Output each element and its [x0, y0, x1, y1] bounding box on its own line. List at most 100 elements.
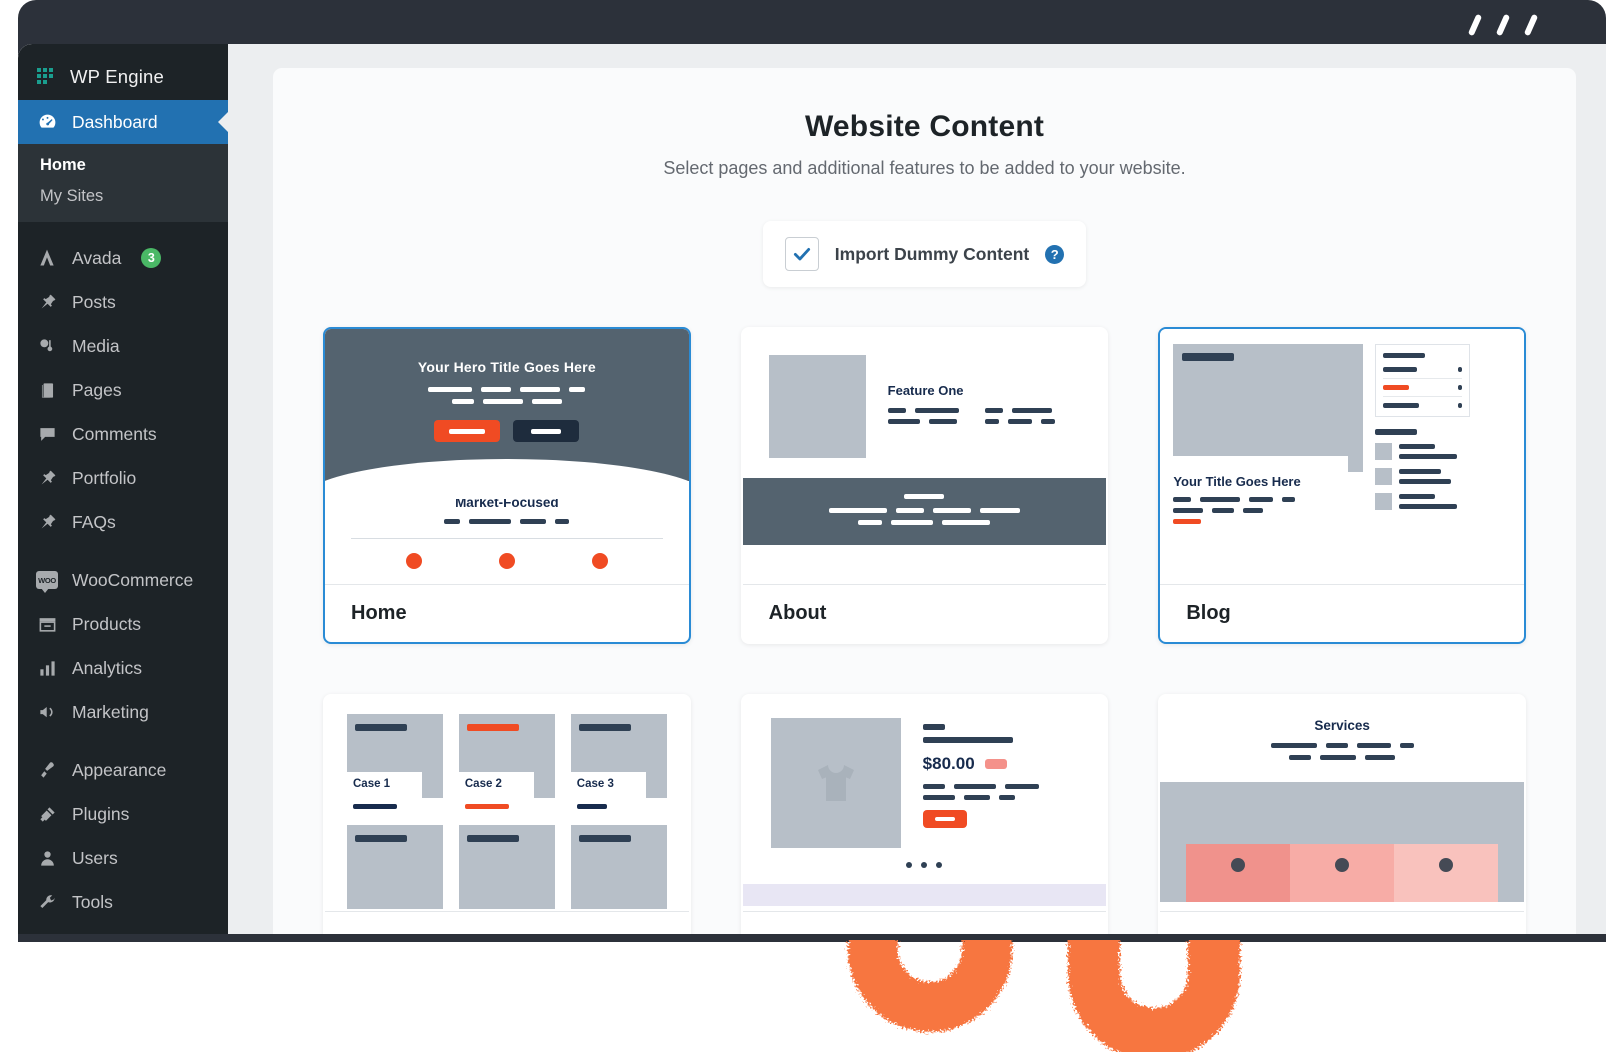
sidebar-subitem-my-sites[interactable]: My Sites	[18, 181, 228, 212]
section-title: Services	[1314, 718, 1370, 733]
page-card-blog[interactable]: Your Title Goes Here Blog	[1158, 327, 1526, 644]
tshirt-icon	[770, 718, 901, 848]
feature-title: Feature One	[887, 383, 964, 398]
import-dummy-label: Import Dummy Content	[834, 243, 1030, 264]
admin-sidebar: WP Engine Dashboard Home My Sites Avada …	[18, 44, 229, 940]
wp-admin-shell: WP Engine Dashboard Home My Sites Avada …	[18, 44, 1606, 940]
page-card-about[interactable]: Feature One About	[740, 327, 1109, 644]
sidebar-item-label: Appearance	[72, 759, 167, 780]
page-card-home[interactable]: Your Hero Title Goes Here Market-Focused…	[323, 327, 691, 644]
sidebar-brand-wp-engine[interactable]: WP Engine	[18, 54, 228, 100]
sidebar-item-label: Avada	[72, 247, 122, 268]
sidebar-item-avada[interactable]: Avada 3	[18, 236, 228, 280]
product-price: $80.00	[922, 754, 975, 773]
sidebar-item-media[interactable]: Media	[18, 324, 228, 368]
sidebar-item-label: Comments	[72, 423, 157, 444]
placeholder-image	[1173, 344, 1364, 472]
page-card-shop[interactable]: $80.00	[740, 694, 1109, 940]
hero-section: Your Hero Title Goes Here	[325, 329, 689, 499]
sidebar-item-label: Posts	[72, 291, 116, 312]
sidebar-item-comments[interactable]: Comments	[18, 412, 228, 456]
page-preview-about: Feature One	[742, 329, 1107, 584]
three-slashes-icon	[1467, 12, 1580, 38]
sidebar-item-label: Products	[72, 613, 142, 634]
sidebar-item-portfolio[interactable]: Portfolio	[18, 456, 228, 500]
setup-panel: Website Content Select pages and additio…	[273, 68, 1576, 940]
import-dummy-checkbox[interactable]	[784, 237, 819, 271]
dashboard-icon	[36, 111, 58, 133]
sidebar-item-label: Portfolio	[72, 467, 137, 488]
sidebar-separator	[18, 734, 228, 748]
content-area: Website Content Select pages and additio…	[228, 44, 1606, 940]
sidebar-item-label: WooCommerce	[72, 569, 194, 590]
page-title: Website Content	[804, 110, 1045, 143]
sidebar-item-marketing[interactable]: Marketing	[18, 690, 228, 734]
sidebar-item-faqs[interactable]: FAQs	[18, 500, 228, 544]
avada-update-badge: 3	[141, 248, 162, 268]
case-tile: Case 2	[458, 714, 555, 798]
price-badge	[984, 759, 1007, 769]
hero-curve	[325, 459, 689, 499]
sidebar-brand-label: WP Engine	[70, 66, 165, 87]
sidebar-item-label: Plugins	[72, 803, 130, 824]
sidebar-item-label: Analytics	[72, 657, 143, 678]
service-tile	[1290, 844, 1395, 902]
pin-icon	[36, 467, 58, 489]
woo-icon: WOO	[36, 569, 58, 593]
product-price-row: $80.00	[923, 754, 1039, 774]
sidebar-item-plugins[interactable]: Plugins	[18, 792, 228, 836]
blog-sidebar-widget	[1375, 344, 1471, 417]
analytics-icon	[36, 657, 58, 679]
case-label: Case 2	[464, 778, 502, 790]
service-tile	[1186, 844, 1291, 902]
pin-icon	[36, 511, 58, 533]
case-tile	[458, 825, 555, 909]
page-preview-blog: Your Title Goes Here	[1160, 329, 1524, 584]
import-dummy-content-option[interactable]: Import Dummy Content ?	[762, 221, 1087, 287]
sidebar-item-pages[interactable]: Pages	[18, 368, 228, 412]
post-title: Your Title Goes Here	[1173, 474, 1301, 489]
page-subtitle: Select pages and additional features to …	[663, 158, 1186, 178]
avada-icon	[36, 247, 58, 269]
sidebar-item-tools[interactable]: Tools	[18, 880, 228, 924]
page-card-grid-row-1: Your Hero Title Goes Here Market-Focused…	[323, 327, 1526, 644]
pages-icon	[36, 379, 58, 401]
case-tile: Case 1	[347, 714, 443, 798]
sidebar-item-woocommerce[interactable]: WOO WooCommerce	[18, 558, 228, 602]
footer-band	[742, 884, 1107, 906]
page-preview-services: Services	[1160, 696, 1524, 911]
sidebar-item-label: FAQs	[72, 511, 116, 532]
page-card-portfolio[interactable]: Case 1 Case 2 Case 3	[323, 694, 691, 940]
case-tile	[347, 825, 443, 909]
paintbrush-icon	[36, 759, 58, 781]
about-dark-band	[742, 478, 1107, 545]
comment-icon	[36, 423, 58, 445]
sidebar-item-dashboard[interactable]: Dashboard	[18, 100, 229, 144]
sidebar-item-users[interactable]: Users	[18, 836, 228, 880]
sidebar-item-label: Media	[72, 335, 120, 356]
page-card-services[interactable]: Services	[1158, 694, 1526, 940]
feature-dots	[325, 539, 689, 569]
media-icon	[36, 335, 58, 357]
sidebar-item-label: Users	[72, 847, 118, 868]
hero-title: Your Hero Title Goes Here	[417, 359, 596, 375]
sidebar-item-posts[interactable]: Posts	[18, 280, 228, 324]
case-label: Case 3	[576, 778, 614, 790]
plug-icon	[36, 803, 58, 825]
sidebar-item-products[interactable]: Products	[18, 602, 228, 646]
products-icon	[36, 613, 58, 635]
page-card-label: About	[742, 584, 1107, 642]
sidebar-item-analytics[interactable]: Analytics	[18, 646, 228, 690]
page-card-grid-row-2: Case 1 Case 2 Case 3 $80.00 Services	[323, 694, 1526, 940]
service-tile	[1394, 844, 1498, 902]
sidebar-submenu: Home My Sites	[18, 144, 228, 222]
checkmark-icon	[793, 248, 810, 261]
sidebar-item-appearance[interactable]: Appearance	[18, 748, 228, 792]
question-mark-icon[interactable]: ?	[1045, 244, 1065, 264]
carousel-dots	[743, 862, 1107, 868]
case-tile: Case 3	[570, 714, 667, 798]
sidebar-subitem-home[interactable]: Home	[18, 150, 228, 181]
page-card-label: Blog	[1160, 584, 1524, 642]
case-label: Case 1	[353, 778, 391, 790]
user-icon	[36, 847, 58, 869]
